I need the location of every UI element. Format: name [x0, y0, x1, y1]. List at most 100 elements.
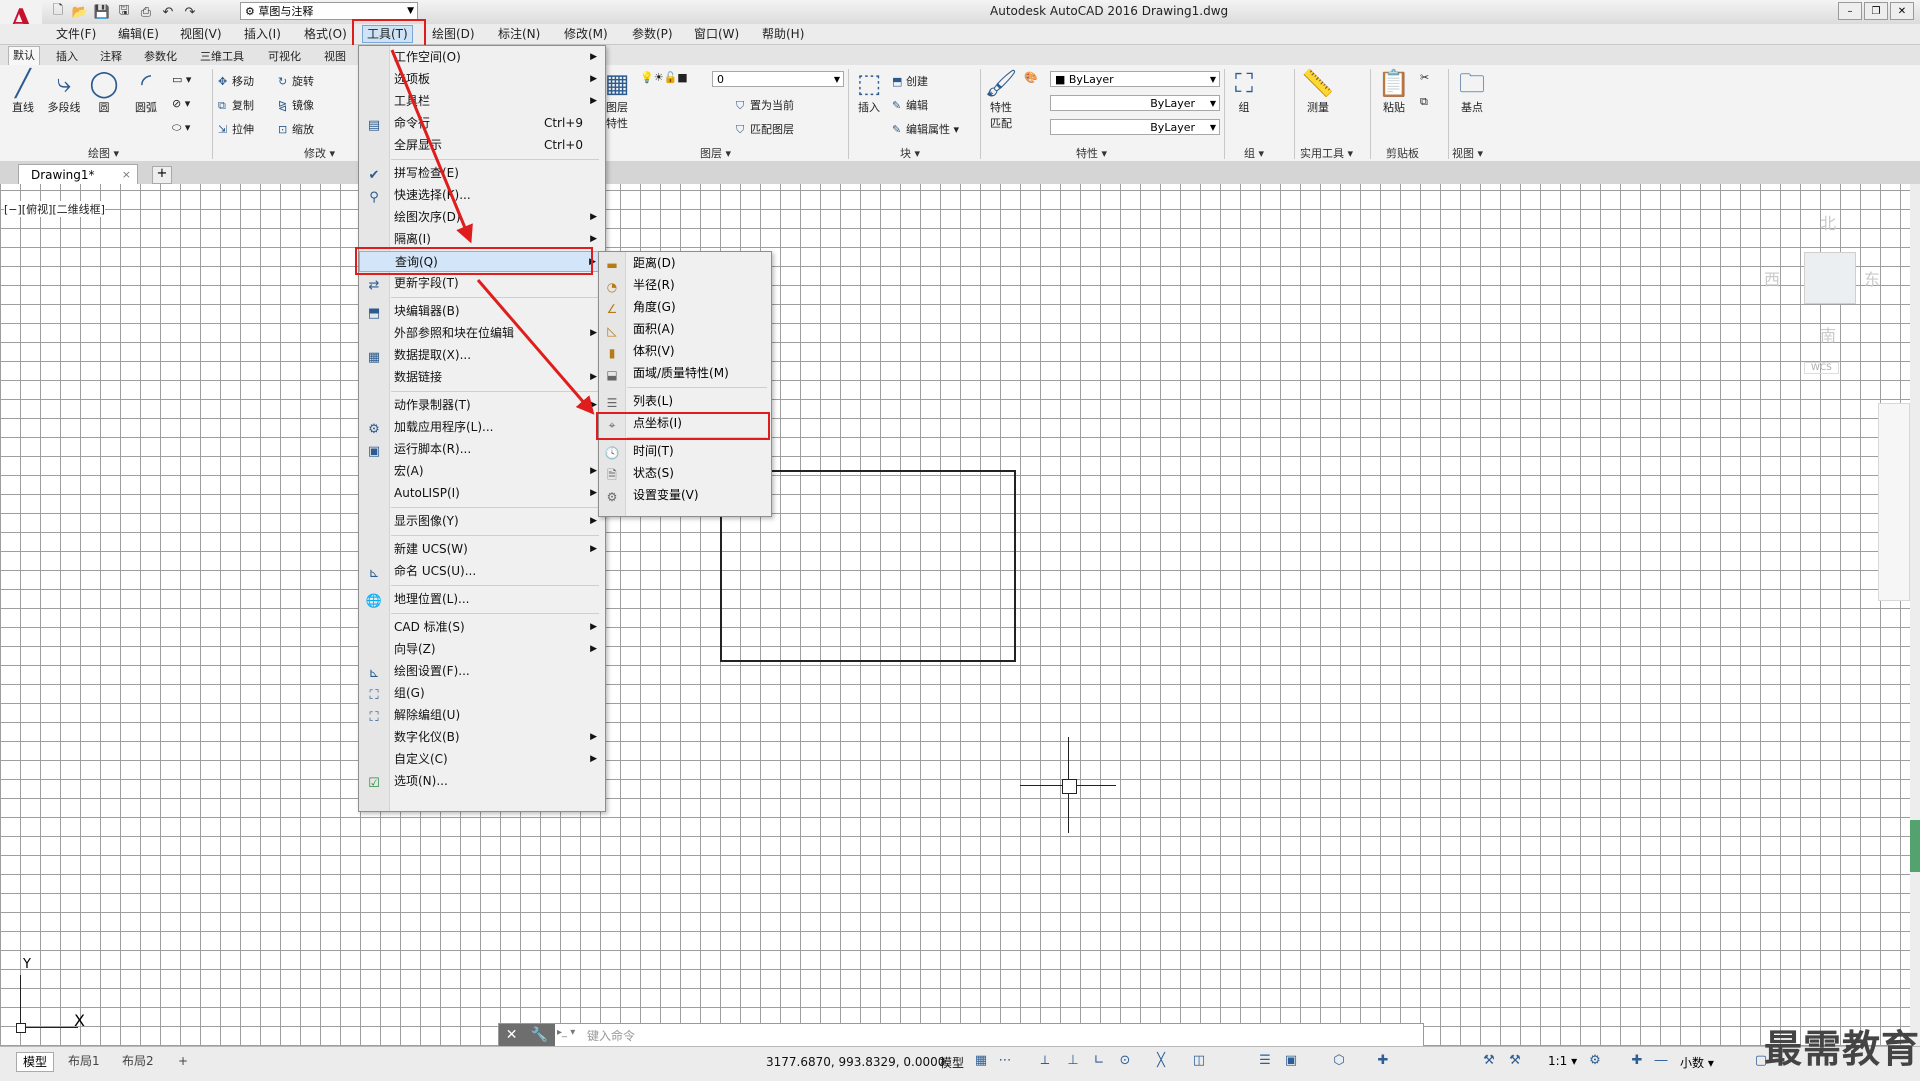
- menu-file[interactable]: 文件(F): [52, 26, 100, 42]
- color-dropdown[interactable]: ■ ByLayer ▼: [1050, 71, 1220, 87]
- layout-tab-layout1[interactable]: 布局1: [62, 1052, 106, 1070]
- new-icon[interactable]: 🗋: [48, 2, 68, 22]
- draw-panel-label[interactable]: 绘图 ▾: [88, 145, 119, 161]
- set-current-button[interactable]: ⛉ 置为当前: [736, 97, 794, 113]
- saveas-icon[interactable]: 🖫: [114, 2, 134, 22]
- viewport-controls-label[interactable]: [−][俯视][二维线框]: [4, 201, 105, 217]
- rectangle-icon[interactable]: ▭ ▾: [172, 73, 191, 86]
- minus-icon[interactable]: ―: [1652, 1052, 1670, 1070]
- match-layer-button[interactable]: ⛉ 匹配图层: [736, 121, 794, 137]
- tab-default[interactable]: 默认: [8, 46, 40, 65]
- command-input[interactable]: [585, 1026, 1409, 1045]
- submenu-item-id-point[interactable]: ⌖ 点坐标(I): [599, 413, 771, 434]
- groups-panel-label[interactable]: 组 ▾: [1244, 145, 1264, 161]
- tab-insert[interactable]: 插入: [56, 48, 78, 64]
- measure-button[interactable]: 📏 测量: [1298, 69, 1338, 115]
- gear-icon[interactable]: ⚙: [1586, 1052, 1604, 1070]
- menu-item-ungroup[interactable]: ⛶ 解除编组(U): [359, 705, 605, 726]
- layers-panel-label[interactable]: 图层 ▾: [700, 145, 731, 161]
- menu-view[interactable]: 视图(V): [176, 26, 226, 42]
- redo-icon[interactable]: ↷: [180, 2, 200, 22]
- annotation-monitor-icon[interactable]: ✚: [1374, 1052, 1392, 1070]
- viewcube-east[interactable]: 东: [1864, 266, 1880, 290]
- vertical-scrollbar[interactable]: [1910, 184, 1920, 1046]
- color-wheel-icon[interactable]: 🎨: [1024, 71, 1038, 84]
- arc-button[interactable]: ◜ 圆弧: [126, 69, 166, 115]
- mirror-button[interactable]: ⧎ 镜像: [278, 97, 314, 113]
- wcs-dropdown[interactable]: WCS: [1804, 362, 1839, 374]
- lineweight-dropdown[interactable]: ByLayer ▼: [1050, 119, 1220, 135]
- menu-item-workspace[interactable]: 工作空间(O) ▶: [359, 47, 605, 68]
- tab-visualize[interactable]: 可视化: [268, 48, 301, 64]
- layout-tab-layout2[interactable]: 布局2: [116, 1052, 160, 1070]
- scrollbar-thumb[interactable]: [1910, 820, 1920, 872]
- menu-item-inquiry[interactable]: 查询(Q) ▶: [359, 251, 605, 272]
- rotate-button[interactable]: ↻ 旋转: [278, 73, 314, 89]
- plus-icon[interactable]: ✚: [1628, 1052, 1646, 1070]
- menu-item-named-ucs[interactable]: ⊾ 命名 UCS(U)...: [359, 561, 605, 582]
- viewcube-face[interactable]: [1804, 252, 1856, 304]
- viewcube[interactable]: 北 西 东 南 WCS: [1764, 210, 1884, 374]
- menu-item-group[interactable]: ⛶ 组(G): [359, 683, 605, 704]
- close-button[interactable]: ✕: [1890, 2, 1914, 20]
- edit-attributes-button[interactable]: ✎ 编辑属性 ▾: [892, 121, 959, 137]
- menu-item-draw-order[interactable]: 绘图次序(D) ▶: [359, 207, 605, 228]
- units-dropdown[interactable]: 小数 ▾: [1680, 1054, 1714, 1071]
- auto-scale-icon[interactable]: ⚒: [1506, 1052, 1524, 1070]
- submenu-item-radius[interactable]: ◔ 半径(R): [599, 275, 771, 296]
- utilities-panel-label[interactable]: 实用工具 ▾: [1300, 145, 1353, 161]
- menu-modify[interactable]: 修改(M): [560, 26, 612, 42]
- menu-item-display-image[interactable]: 显示图像(Y) ▶: [359, 511, 605, 532]
- layer-dropdown[interactable]: 0 ▼: [712, 71, 844, 87]
- infer-icon[interactable]: ⟂: [1036, 1052, 1054, 1070]
- menu-format[interactable]: 格式(O): [300, 26, 351, 42]
- ortho-icon[interactable]: ∟: [1090, 1052, 1108, 1070]
- match-properties-button[interactable]: 🖌 特性 匹配: [984, 69, 1018, 131]
- menu-window[interactable]: 窗口(W): [690, 26, 743, 42]
- open-icon[interactable]: 📂: [70, 2, 90, 22]
- ellipse-icon[interactable]: ⬭ ▾: [172, 121, 190, 135]
- block-panel-label[interactable]: 块 ▾: [900, 145, 920, 161]
- stretch-button[interactable]: ⇲ 拉伸: [218, 121, 254, 137]
- isodraft-icon[interactable]: ╳: [1152, 1052, 1170, 1070]
- object-snap-icon[interactable]: ◫: [1190, 1052, 1208, 1070]
- menu-item-spell-check[interactable]: ✔ 拼写检查(E): [359, 163, 605, 184]
- menu-dimension[interactable]: 标注(N): [494, 26, 544, 42]
- menu-item-tablet[interactable]: 数字化仪(B) ▶: [359, 727, 605, 748]
- view-panel-label[interactable]: 视图 ▾: [1452, 145, 1483, 161]
- restore-button[interactable]: ❐: [1864, 2, 1888, 20]
- wrench-icon[interactable]: 🔧: [531, 1027, 548, 1043]
- menu-item-cad-standards[interactable]: CAD 标准(S) ▶: [359, 617, 605, 638]
- minimize-button[interactable]: –: [1838, 2, 1862, 20]
- submenu-item-volume[interactable]: ▮ 体积(V): [599, 341, 771, 362]
- create-block-button[interactable]: ⬒ 创建: [892, 73, 928, 89]
- undo-icon[interactable]: ↶: [158, 2, 178, 22]
- copy-clip-icon[interactable]: ⧉: [1420, 95, 1428, 109]
- workspace-dropdown[interactable]: ⚙ 草图与注释 ▼: [240, 2, 418, 20]
- submenu-item-time[interactable]: 🕓 时间(T): [599, 441, 771, 462]
- menu-item-quick-select[interactable]: ⚲ 快速选择(K)...: [359, 185, 605, 206]
- modify-panel-label[interactable]: 修改 ▾: [304, 145, 335, 161]
- menu-help[interactable]: 帮助(H): [758, 26, 808, 42]
- menu-item-isolate[interactable]: 隔离(I) ▶: [359, 229, 605, 250]
- paste-button[interactable]: 📋 粘贴: [1374, 69, 1414, 115]
- menu-insert[interactable]: 插入(I): [240, 26, 285, 42]
- menu-item-data-extraction[interactable]: ▦ 数据提取(X)...: [359, 345, 605, 366]
- tab-view[interactable]: 视图: [324, 48, 346, 64]
- menu-item-load-application[interactable]: ⚙ 加载应用程序(L)...: [359, 417, 605, 438]
- close-icon[interactable]: ×: [122, 165, 131, 185]
- hatch-icon[interactable]: ⊘ ▾: [172, 97, 190, 110]
- menu-item-drafting-settings[interactable]: ⊾ 绘图设置(F)...: [359, 661, 605, 682]
- menu-item-action-recorder[interactable]: 动作录制器(T) ▶: [359, 395, 605, 416]
- submenu-item-area[interactable]: ◺ 面积(A): [599, 319, 771, 340]
- move-button[interactable]: ✥ 移动: [218, 73, 254, 89]
- close-icon[interactable]: ✕: [506, 1027, 518, 1043]
- viewcube-north[interactable]: 北: [1820, 210, 1836, 234]
- document-tab[interactable]: Drawing1* ×: [18, 164, 138, 184]
- menu-item-xref-edit[interactable]: 外部参照和块在位编辑 ▶: [359, 323, 605, 344]
- annotation-scale[interactable]: 1:1 ▾: [1548, 1054, 1577, 1068]
- submenu-item-distance[interactable]: ▬ 距离(D): [599, 253, 771, 274]
- menu-item-palettes[interactable]: 选项板 ▶: [359, 69, 605, 90]
- model-space-toggle[interactable]: 模型: [940, 1054, 964, 1071]
- print-icon[interactable]: ⎙: [136, 2, 156, 22]
